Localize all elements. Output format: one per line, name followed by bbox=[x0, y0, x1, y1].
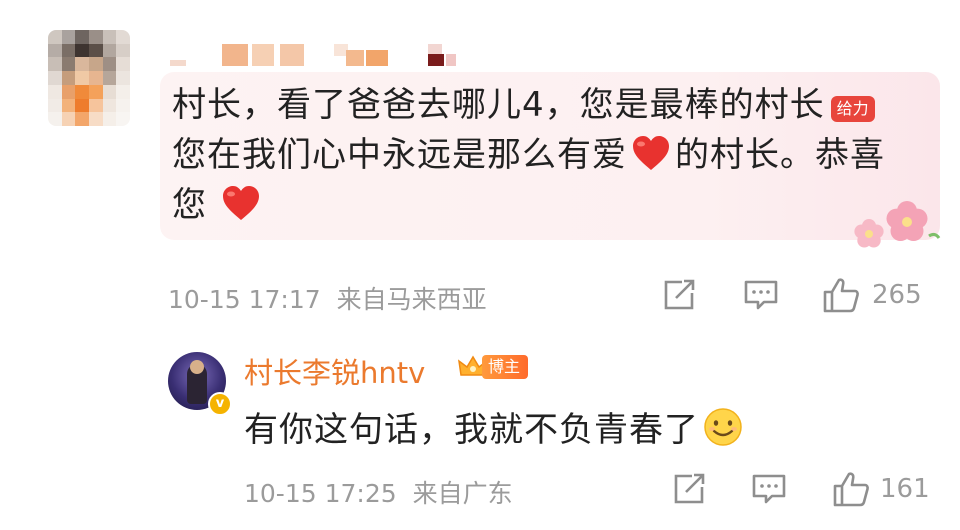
commenter-avatar-pixelated[interactable] bbox=[48, 30, 130, 126]
blogger-badge: 博主 bbox=[458, 354, 529, 380]
reply-meta: 10-15 17:25 来自广东 bbox=[244, 474, 513, 510]
reply-like-count: 161 bbox=[880, 474, 930, 504]
heart-icon bbox=[633, 136, 669, 170]
reply-author-name[interactable]: 村长李锐hntv bbox=[244, 350, 425, 392]
reply-like-button[interactable]: 161 bbox=[832, 471, 930, 507]
comment-text: 村长，看了爸爸去哪儿4，您是最棒的村长 给力 您在我们心中永远是那么有爱 的村长。恭… bbox=[172, 80, 912, 230]
comment-line1: 村长，看了爸爸去哪儿4，您是最棒的村长 bbox=[172, 85, 825, 125]
comment-source: 来自马来西亚 bbox=[336, 285, 487, 314]
thumbs-up-icon bbox=[823, 278, 859, 313]
comment-line2b: 的村长。恭喜 bbox=[675, 135, 885, 175]
forward-icon bbox=[674, 473, 705, 504]
heart-icon bbox=[223, 186, 259, 220]
comment-time: 10-15 17:17 bbox=[168, 285, 321, 314]
geili-badge: 给力 bbox=[830, 96, 875, 122]
comment-line2a: 您在我们心中永远是那么有爱 bbox=[172, 135, 627, 175]
reply-comment-button[interactable] bbox=[752, 473, 786, 505]
forward-icon bbox=[664, 279, 695, 310]
smile-emoji-icon bbox=[704, 408, 742, 446]
commenter-name-pixelated[interactable] bbox=[170, 44, 470, 66]
reply-time: 10-15 17:25 bbox=[244, 479, 397, 508]
thumbs-up-icon bbox=[833, 472, 869, 507]
reply-text-content: 有你这句话，我就不负青春了 bbox=[244, 410, 699, 450]
blogger-label: 博主 bbox=[482, 355, 529, 379]
comment-icon bbox=[752, 474, 786, 504]
reply-text: 有你这句话，我就不负青春了 bbox=[244, 402, 743, 451]
reply-source: 来自广东 bbox=[412, 479, 513, 508]
comment-icon bbox=[744, 280, 778, 310]
reply-comment-button[interactable] bbox=[744, 279, 778, 311]
like-count: 265 bbox=[872, 280, 922, 310]
like-button[interactable]: 265 bbox=[822, 277, 922, 313]
flower-decoration-icon bbox=[854, 201, 941, 248]
verified-badge-icon: v bbox=[208, 392, 232, 416]
comment-meta: 10-15 17:17 来自马来西亚 bbox=[168, 280, 487, 316]
forward-button[interactable] bbox=[662, 279, 696, 311]
reply-forward-button[interactable] bbox=[672, 473, 706, 505]
comment-line3: 您 bbox=[172, 185, 207, 225]
